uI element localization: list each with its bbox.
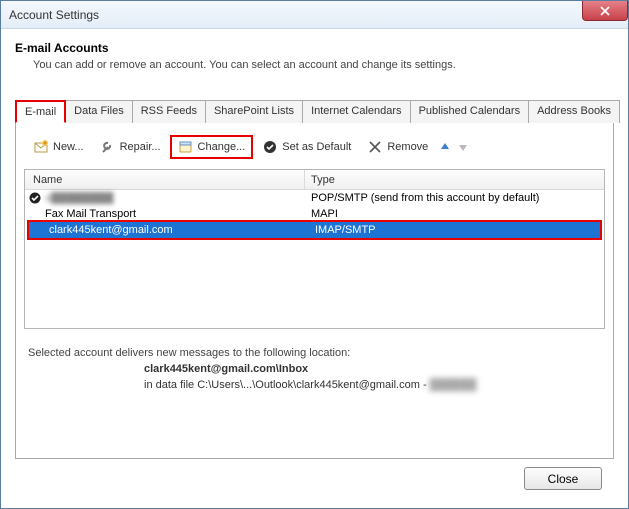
account-name: clark445kent@gmail.com bbox=[49, 224, 309, 236]
tab-label: Published Calendars bbox=[419, 105, 521, 117]
tab-label: SharePoint Lists bbox=[214, 105, 294, 117]
toolbar-label: Set as Default bbox=[282, 141, 351, 153]
remove-icon bbox=[367, 139, 383, 155]
account-row-selected[interactable]: clark445kent@gmail.com IMAP/SMTP bbox=[29, 222, 600, 238]
tab-address-books[interactable]: Address Books bbox=[528, 100, 620, 123]
toolbar: New... Repair... Change... Set as Defaul… bbox=[24, 131, 605, 163]
account-type: IMAP/SMTP bbox=[309, 224, 600, 236]
toolbar-label: Repair... bbox=[120, 141, 161, 153]
tab-label: Internet Calendars bbox=[311, 105, 402, 117]
column-header-type[interactable]: Type bbox=[305, 174, 604, 186]
section-heading: E-mail Accounts bbox=[15, 41, 614, 55]
location-details: clark445kent@gmail.com\Inbox in data fil… bbox=[144, 363, 605, 391]
new-icon bbox=[33, 139, 49, 155]
account-type: POP/SMTP (send from this account by defa… bbox=[305, 192, 604, 204]
repair-icon bbox=[100, 139, 116, 155]
tab-label: E-mail bbox=[25, 106, 56, 118]
toolbar-label: Change... bbox=[198, 141, 246, 153]
tab-data-files[interactable]: Data Files bbox=[65, 100, 133, 123]
toolbar-label: Remove bbox=[387, 141, 428, 153]
dialog-footer: Close bbox=[15, 459, 614, 498]
move-down-button[interactable] bbox=[455, 139, 471, 155]
toolbar-label: New... bbox=[53, 141, 84, 153]
location-intro: Selected account delivers new messages t… bbox=[28, 347, 605, 359]
tab-published-calendars[interactable]: Published Calendars bbox=[410, 100, 530, 123]
account-name: Fax Mail Transport bbox=[45, 208, 305, 220]
arrow-down-icon bbox=[457, 141, 469, 153]
default-account-icon bbox=[25, 192, 45, 204]
tab-label: Data Files bbox=[74, 105, 124, 117]
tab-sharepoint-lists[interactable]: SharePoint Lists bbox=[205, 100, 303, 123]
location-folder: clark445kent@gmail.com\Inbox bbox=[144, 363, 605, 375]
repair-button[interactable]: Repair... bbox=[93, 136, 168, 158]
accounts-list[interactable]: Name Type a████████ POP/SMTP (send from … bbox=[24, 169, 605, 329]
move-up-button[interactable] bbox=[437, 139, 453, 155]
account-row[interactable]: a████████ POP/SMTP (send from this accou… bbox=[25, 190, 604, 206]
account-type: MAPI bbox=[305, 208, 604, 220]
account-name: a████████ bbox=[45, 192, 305, 204]
tab-email[interactable]: E-mail bbox=[15, 100, 66, 123]
arrow-up-icon bbox=[439, 141, 451, 153]
close-button[interactable]: Close bbox=[524, 467, 602, 490]
new-button[interactable]: New... bbox=[26, 136, 91, 158]
tab-strip: E-mail Data Files RSS Feeds SharePoint L… bbox=[15, 99, 614, 123]
window-title: Account Settings bbox=[9, 8, 99, 22]
column-header-name[interactable]: Name bbox=[25, 170, 305, 189]
checkmark-icon bbox=[262, 139, 278, 155]
close-icon bbox=[600, 6, 610, 16]
location-path: in data file C:\Users\...\Outlook\clark4… bbox=[144, 379, 605, 391]
close-window-button[interactable] bbox=[582, 1, 628, 21]
tab-panel: New... Repair... Change... Set as Defaul… bbox=[15, 123, 614, 459]
remove-button[interactable]: Remove bbox=[360, 136, 435, 158]
change-button[interactable]: Change... bbox=[170, 135, 254, 159]
change-icon bbox=[178, 139, 194, 155]
tab-label: Address Books bbox=[537, 105, 611, 117]
highlighted-row-box: clark445kent@gmail.com IMAP/SMTP bbox=[27, 220, 602, 240]
tab-rss-feeds[interactable]: RSS Feeds bbox=[132, 100, 206, 123]
list-header: Name Type bbox=[25, 170, 604, 190]
titlebar: Account Settings bbox=[1, 1, 628, 29]
set-default-button[interactable]: Set as Default bbox=[255, 136, 358, 158]
section-subtext: You can add or remove an account. You ca… bbox=[33, 59, 614, 71]
tab-internet-calendars[interactable]: Internet Calendars bbox=[302, 100, 411, 123]
tab-label: RSS Feeds bbox=[141, 105, 197, 117]
